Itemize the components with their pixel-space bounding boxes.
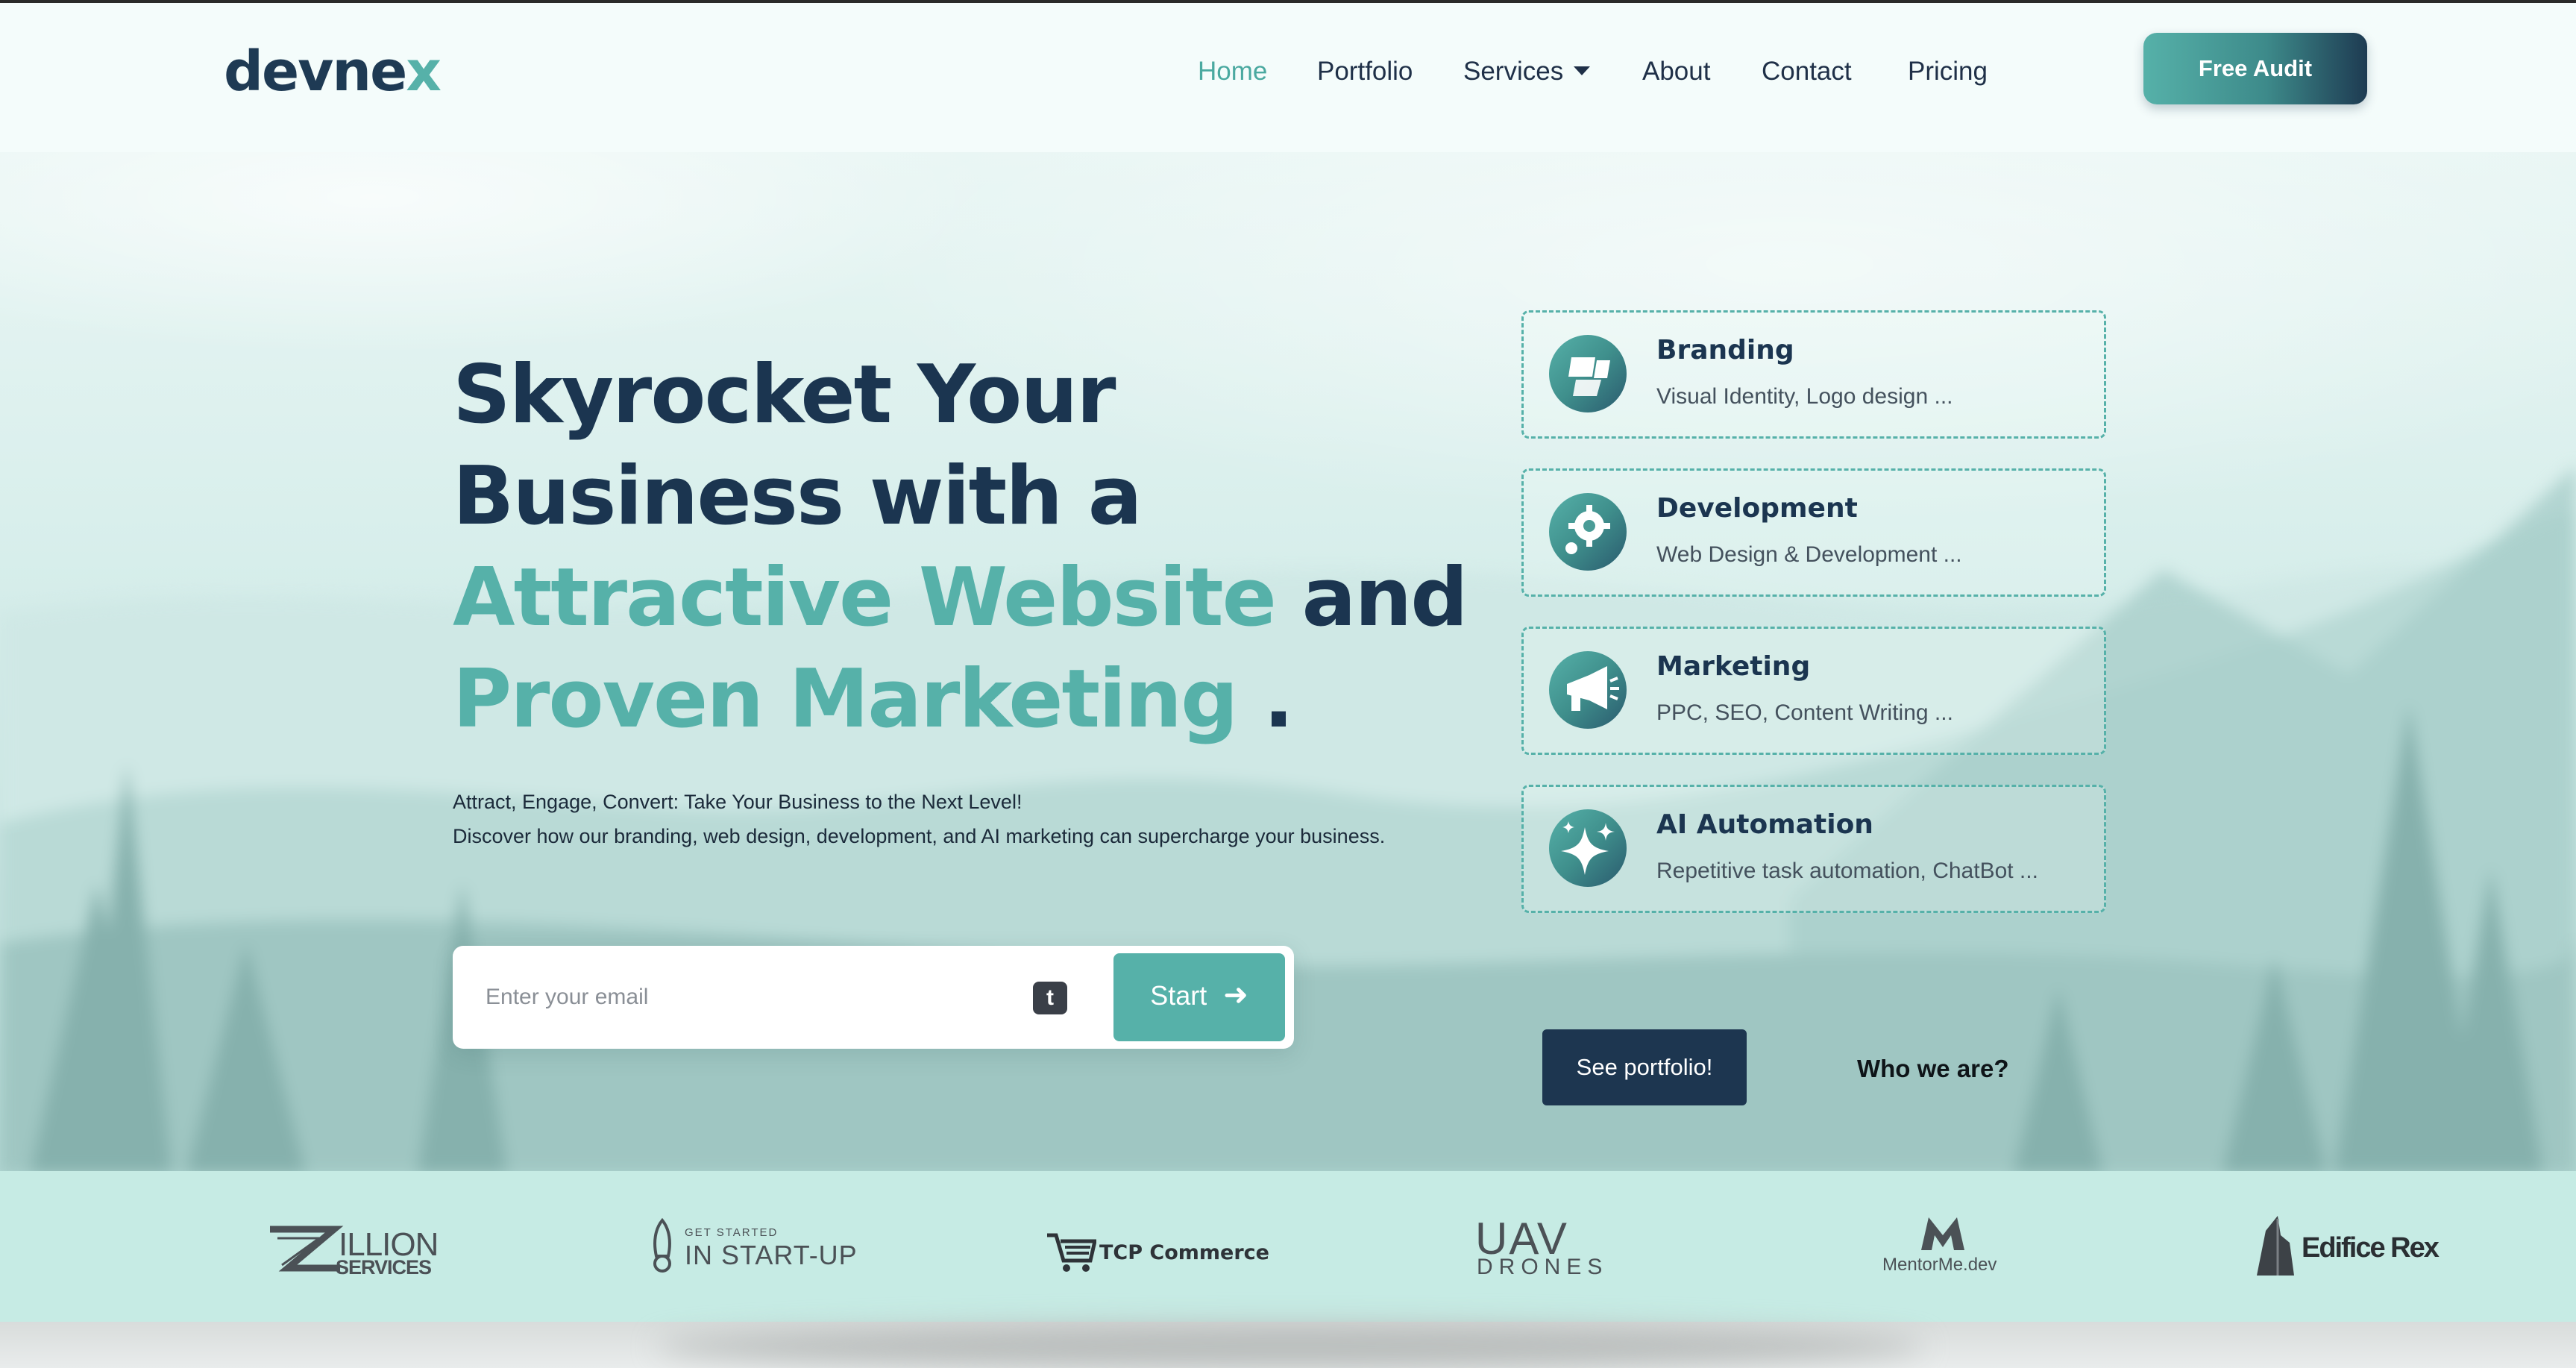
client-logo-tcp-commerce: TCP Commerce [1044, 1213, 1269, 1280]
headline-line-2: Business with a [453, 450, 1143, 543]
headline-accent-marketing: Proven Marketing [453, 653, 1238, 746]
arrow-right-icon: ➜ [1223, 979, 1248, 1012]
devnex-logo[interactable]: devnex [224, 40, 442, 104]
tcp-text: TCP Commerce [1099, 1241, 1269, 1264]
gear-icon [1549, 493, 1627, 571]
startup-main-text: IN START-UP [685, 1240, 858, 1270]
site-header: devnex Home Portfolio Services About Con… [0, 3, 2576, 152]
start-button-label: Start [1150, 979, 1207, 1011]
nav-contact[interactable]: Contact [1762, 54, 1852, 90]
client-logo-edifice-rex: Edifice Rex [2255, 1213, 2440, 1280]
headline-line-1: Skyrocket Your [453, 348, 1116, 442]
headline-accent-website: Attractive Website [453, 551, 1277, 644]
mentorme-text: MentorMe.dev [1882, 1255, 1997, 1275]
card-subtitle: Visual Identity, Logo design ... [1656, 384, 1953, 409]
logo-text: devne [224, 40, 407, 104]
headline-line-4: Proven Marketing . [453, 649, 1497, 750]
service-card-development[interactable]: Development Web Design & Development ... [1521, 468, 2106, 597]
card-title: Marketing [1656, 651, 1811, 682]
megaphone-icon [1549, 651, 1627, 729]
next-section-preview [0, 1322, 2576, 1368]
drones-text: DRONES [1477, 1255, 1609, 1279]
shopping-cart-icon [1047, 1233, 1096, 1272]
card-title: Development [1656, 493, 1858, 524]
mentorme-m-mark [1921, 1217, 1964, 1250]
see-portfolio-button[interactable]: See portfolio! [1542, 1029, 1747, 1105]
nav-home[interactable]: Home [1198, 54, 1267, 90]
branding-icon [1549, 335, 1627, 412]
edifice-rex-text: Edifice Rex [2302, 1232, 2440, 1264]
nav-about[interactable]: About [1642, 54, 1710, 90]
card-subtitle: Web Design & Development ... [1656, 542, 1962, 567]
building-icon [2257, 1216, 2294, 1276]
startup-small-text: GET STARTED [685, 1226, 779, 1239]
subtext-line-1: Attract, Engage, Convert: Take Your Busi… [453, 791, 1022, 813]
email-input[interactable] [486, 971, 1022, 1023]
nav-services-label: Services [1463, 57, 1564, 86]
headline-line-3: Attractive Website and [453, 547, 1497, 649]
service-card-marketing[interactable]: Marketing PPC, SEO, Content Writing ... [1521, 627, 2106, 755]
client-logo-zillion: ILLION SERVICES [266, 1213, 444, 1280]
who-we-are-link[interactable]: Who we are? [1857, 1055, 2009, 1083]
start-button[interactable]: Start ➜ [1113, 953, 1285, 1041]
client-logo-strip: ILLION SERVICES GET STARTED IN START-UP … [0, 1171, 2576, 1322]
card-title: AI Automation [1656, 809, 1873, 840]
email-signup-form: t Start ➜ [453, 946, 1294, 1049]
nav-pricing[interactable]: Pricing [1908, 54, 1988, 90]
headline-and: and [1275, 551, 1468, 644]
chevron-down-icon [1574, 66, 1591, 75]
service-card-ai-automation[interactable]: AI Automation Repetitive task automation… [1521, 785, 2106, 913]
headline-period: . [1237, 653, 1294, 746]
nav-services[interactable]: Services [1463, 54, 1591, 90]
hero-headline: Skyrocket Your Business with a Attractiv… [453, 345, 1497, 750]
extension-t-icon[interactable]: t [1033, 982, 1067, 1014]
sparkles-icon [1549, 809, 1627, 887]
client-logo-mentorme: MentorMe.dev [1879, 1213, 2006, 1280]
client-logo-uav-drones: UAV DRONES [1474, 1213, 1615, 1280]
subtext-line-2: Discover how our branding, web design, d… [453, 825, 1386, 847]
logo-accent-text: x [406, 40, 442, 104]
card-subtitle: PPC, SEO, Content Writing ... [1656, 700, 1953, 725]
page: devnex Home Portfolio Services About Con… [0, 3, 2576, 1368]
card-subtitle: Repetitive task automation, ChatBot ... [1656, 859, 2038, 883]
rocket-icon [653, 1217, 671, 1273]
client-logo-instartup: GET STARTED IN START-UP [646, 1213, 857, 1280]
card-title: Branding [1656, 335, 1794, 365]
zillion-sub-text: SERVICES [336, 1256, 432, 1278]
hero-subtext: Attract, Engage, Convert: Take Your Busi… [453, 785, 1497, 853]
service-card-branding[interactable]: Branding Visual Identity, Logo design ..… [1521, 310, 2106, 439]
nav-portfolio[interactable]: Portfolio [1317, 54, 1413, 90]
free-audit-button[interactable]: Free Audit [2143, 33, 2367, 104]
